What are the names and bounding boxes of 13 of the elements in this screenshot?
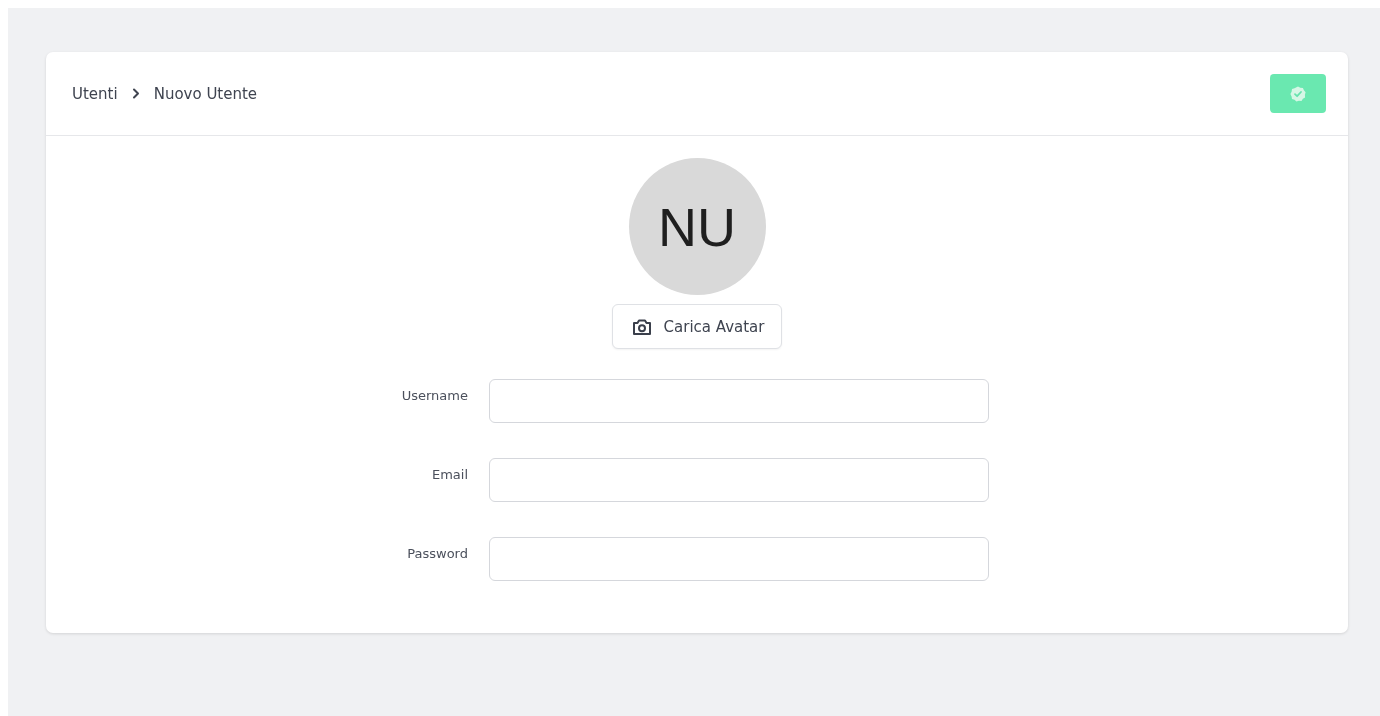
upload-avatar-button[interactable]: Carica Avatar — [611, 304, 783, 349]
input-field[interactable] — [489, 458, 989, 502]
input-field[interactable] — [489, 379, 989, 423]
breadcrumb-current: Nuovo Utente — [153, 84, 258, 103]
avatar: NU — [628, 158, 766, 295]
check-badge-icon — [1289, 84, 1307, 103]
save-button[interactable] — [1270, 74, 1326, 113]
input-field[interactable] — [489, 537, 989, 581]
breadcrumb-link[interactable]: Utenti — [72, 84, 118, 103]
field-label: Password — [406, 545, 468, 561]
field-label: Email — [430, 466, 468, 482]
chevron-right-icon — [131, 88, 140, 99]
field-label: Username — [400, 387, 468, 403]
